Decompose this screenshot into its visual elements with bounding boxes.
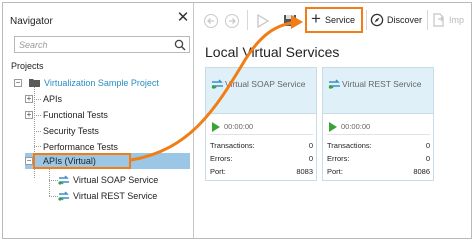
collapse-icon[interactable]: − — [14, 79, 22, 87]
tree-item-label: Functional Tests — [43, 110, 108, 120]
import-icon — [433, 13, 444, 27]
tree-item-performance-tests[interactable]: Performance Tests — [43, 140, 173, 154]
port-label: Port: — [327, 167, 343, 176]
port-row: Port: 8086 — [327, 167, 430, 178]
expand-icon[interactable]: + — [25, 95, 33, 103]
tree-guide — [49, 168, 50, 196]
errors-row: Errors: 0 — [327, 154, 430, 165]
transactions-value: 0 — [425, 141, 430, 150]
service-button-label: Service — [325, 15, 356, 25]
errors-value: 0 — [308, 154, 313, 163]
port-value: 8083 — [296, 167, 313, 176]
toolbar-divider — [366, 10, 367, 30]
back-button[interactable] — [204, 14, 218, 28]
virtual-service-icon — [58, 191, 69, 201]
run-icon[interactable] — [257, 14, 269, 28]
tree-item-label: Virtual REST Service — [73, 191, 158, 201]
compass-icon — [370, 13, 384, 27]
play-icon[interactable] — [212, 122, 220, 132]
port-label: Port: — [210, 167, 226, 176]
port-value: 8086 — [413, 167, 430, 176]
toolbar-divider — [247, 10, 248, 30]
tree-item-functional-tests[interactable]: + Functional Tests — [25, 108, 175, 122]
arrow-left-icon — [207, 18, 214, 24]
virtual-service-icon — [58, 175, 69, 185]
folder-icon — [29, 79, 40, 87]
import-button[interactable]: Imp — [432, 11, 472, 29]
run-timer: 00:00:00 — [341, 122, 371, 131]
save-icon[interactable] — [283, 13, 297, 27]
tree-item-virtual-rest-service[interactable]: Virtual REST Service — [58, 189, 188, 203]
discover-label: Discover — [387, 15, 423, 25]
search-box[interactable] — [14, 36, 190, 53]
card-header: Virtual REST Service — [323, 68, 433, 114]
tree-item-project[interactable]: − Virtualization Sample Project — [14, 76, 190, 90]
tree-guide — [34, 146, 41, 147]
errors-value: 0 — [425, 154, 430, 163]
navigator-title: Navigator — [10, 16, 53, 27]
tree-item-label: Security Tests — [43, 126, 99, 136]
tree-item-label: Virtual SOAP Service — [73, 175, 159, 185]
search-icon[interactable] — [174, 39, 186, 51]
errors-label: Errors: — [210, 154, 233, 163]
import-label: Imp — [449, 15, 465, 25]
virtual-service-icon — [211, 79, 223, 89]
virtual-service-card[interactable]: Virtual SOAP Service 00:00:00 Transactio… — [205, 67, 317, 181]
transactions-label: Transactions: — [210, 141, 255, 150]
collapse-icon[interactable]: − — [25, 157, 33, 165]
card-service-name: Virtual SOAP Service — [225, 79, 306, 89]
plus-icon: + — [311, 9, 321, 28]
project-name: Virtualization Sample Project — [44, 78, 159, 88]
expand-icon[interactable]: + — [25, 111, 33, 119]
tree-guide — [49, 180, 58, 181]
tree-item-apis[interactable]: + APIs — [25, 92, 175, 106]
run-timer: 00:00:00 — [224, 122, 254, 131]
arrow-right-icon — [229, 18, 236, 24]
tree-guide — [49, 196, 58, 197]
tree-item-label: Performance Tests — [43, 142, 118, 152]
errors-row: Errors: 0 — [210, 154, 313, 165]
errors-label: Errors: — [327, 154, 350, 163]
search-input[interactable] — [19, 38, 169, 51]
forward-button[interactable] — [225, 14, 239, 28]
selection-callout — [33, 153, 131, 169]
page-title: Local Virtual Services — [205, 44, 340, 60]
transactions-value: 0 — [308, 141, 313, 150]
transactions-row: Transactions: 0 — [327, 141, 430, 152]
add-service-button[interactable]: + Service — [305, 7, 363, 33]
tree-item-virtual-soap-service[interactable]: Virtual SOAP Service — [58, 173, 188, 187]
card-header: Virtual SOAP Service — [206, 68, 316, 114]
transactions-row: Transactions: 0 — [210, 141, 313, 152]
virtual-service-card[interactable]: Virtual REST Service 00:00:00 Transactio… — [322, 67, 434, 181]
play-icon[interactable] — [329, 122, 337, 132]
port-row: Port: 8083 — [210, 167, 313, 178]
tree-item-security-tests[interactable]: Security Tests — [43, 124, 173, 138]
card-divider — [327, 134, 430, 135]
transactions-label: Transactions: — [327, 141, 372, 150]
close-icon[interactable]: ✕ — [176, 10, 190, 25]
projects-label: Projects — [11, 61, 44, 71]
card-service-name: Virtual REST Service — [342, 79, 422, 89]
toolbar-divider — [427, 10, 428, 30]
tree-guide — [34, 131, 41, 132]
virtual-service-icon — [328, 79, 340, 89]
card-divider — [210, 134, 313, 135]
tree-item-label: APIs — [43, 94, 63, 104]
